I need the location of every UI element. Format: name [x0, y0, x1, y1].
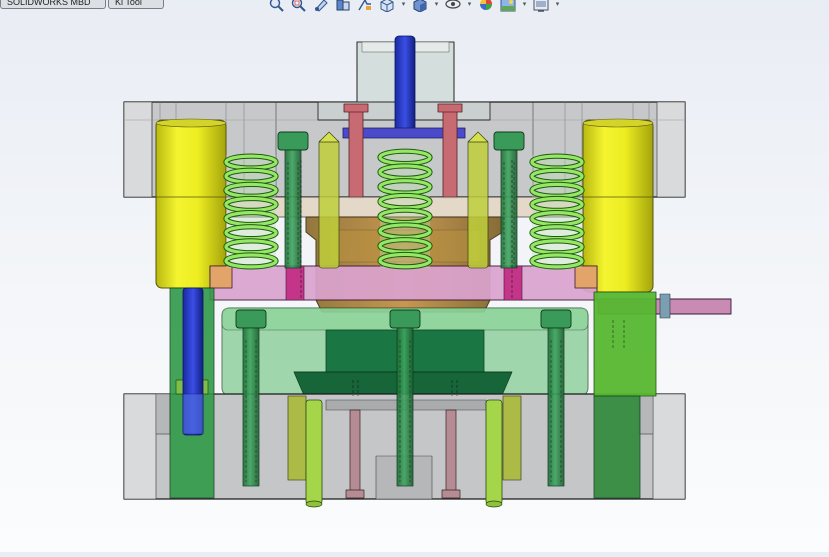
stripper-plate[interactable]	[209, 265, 598, 301]
graphics-area[interactable]	[0, 0, 829, 552]
spring-left[interactable]	[223, 153, 279, 270]
spring-center[interactable]	[377, 148, 433, 270]
guide-bushing-left[interactable]	[155, 118, 227, 289]
spring-right[interactable]	[529, 153, 585, 270]
die-assembly-model[interactable]	[0, 0, 829, 552]
die-shank[interactable]	[317, 35, 491, 135]
